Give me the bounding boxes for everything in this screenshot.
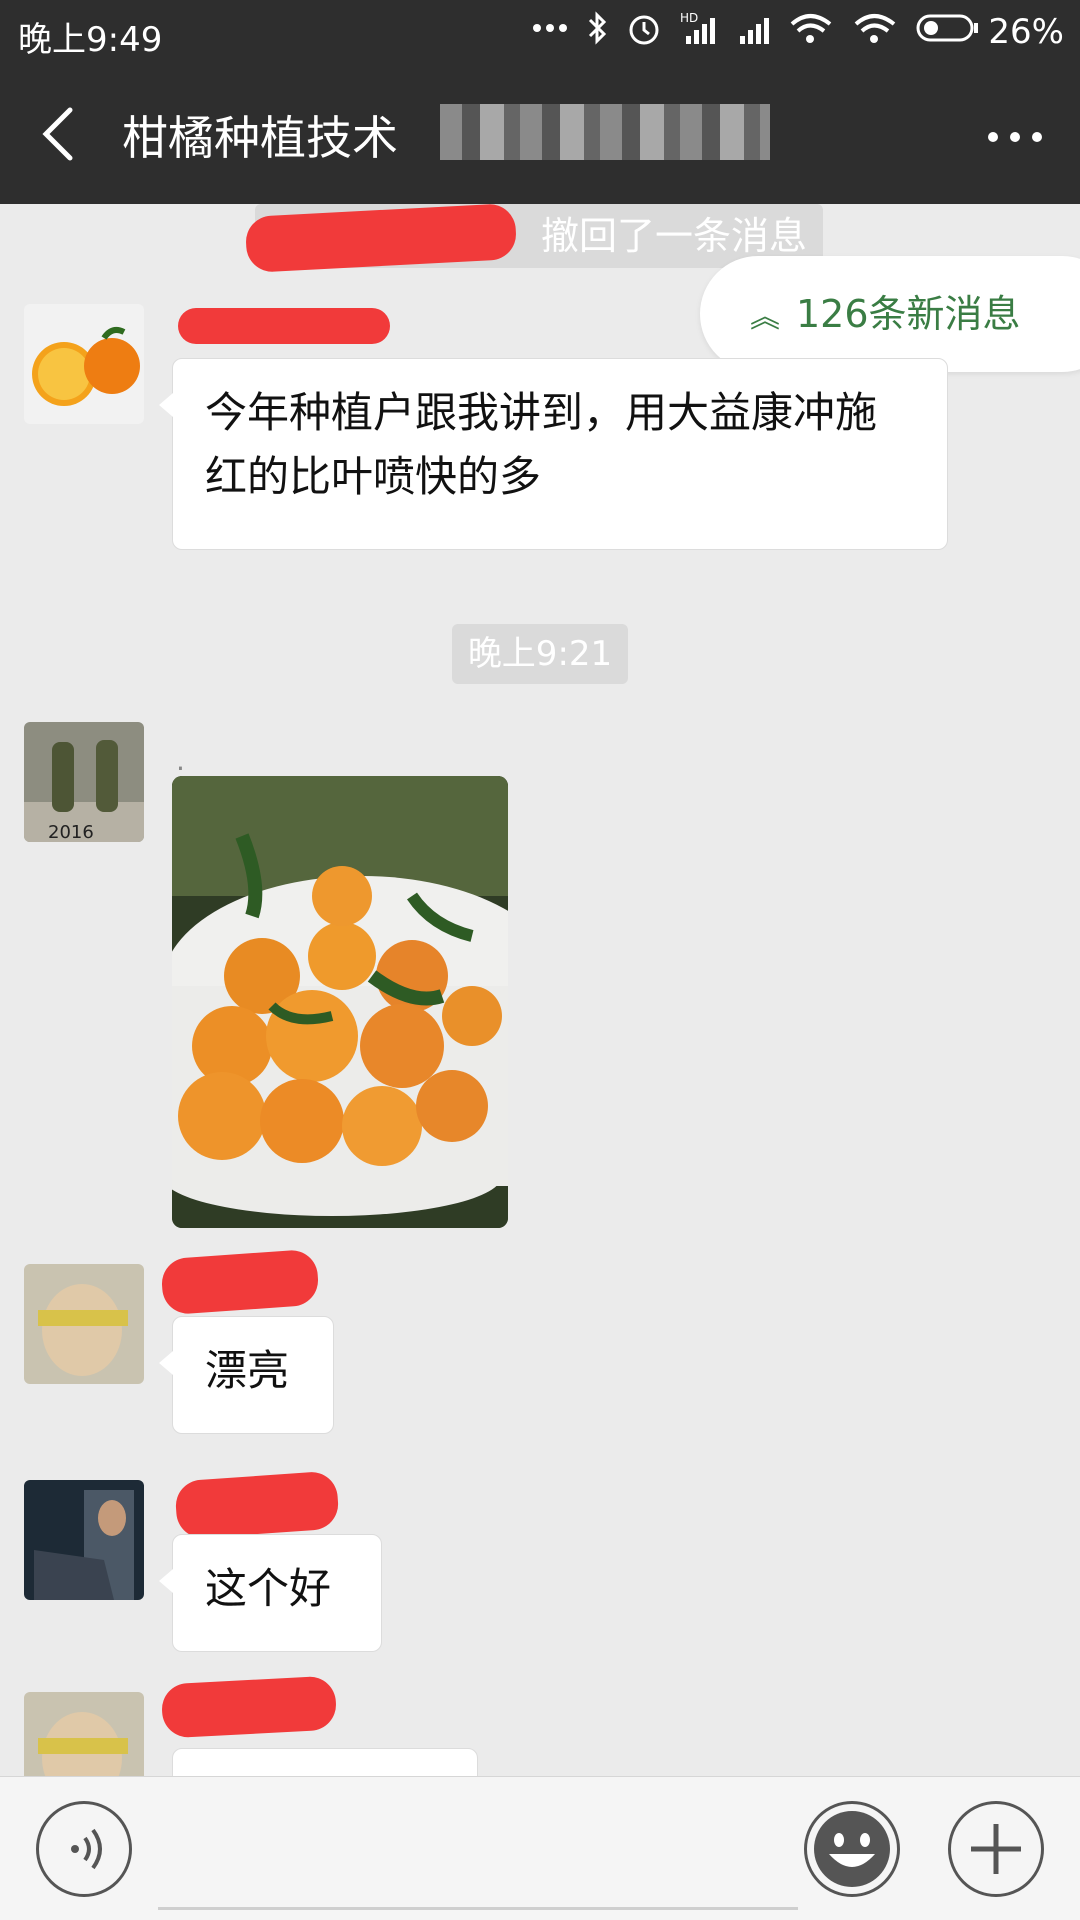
wifi-link-icon <box>790 14 832 43</box>
avatar[interactable] <box>24 1480 144 1600</box>
emoji-icon <box>814 1811 890 1887</box>
message-text: 这个好 <box>205 1564 332 1613</box>
time-separator: 晚上9:21 <box>452 624 628 684</box>
chat-area[interactable]: 撤回了一条消息 ︽ 126条新消息 今年种植户跟我讲到，用大益康冲施红的比叶喷快的… <box>0 204 1080 1776</box>
sender-name-redaction <box>174 1470 340 1540</box>
wifi-icon <box>854 14 896 43</box>
status-time: 晚上9:49 <box>18 20 163 60</box>
plus-icon <box>971 1824 1021 1874</box>
group-title: 柑橘种植技术 <box>122 111 398 165</box>
svg-text:HD: HD <box>680 11 698 25</box>
title-blur-redaction <box>440 104 770 160</box>
battery-icon <box>916 14 978 42</box>
message-text: 今年种植户跟我讲到，用大益康冲施红的比叶喷快的多 <box>205 388 878 501</box>
sender-mark: . <box>176 744 185 777</box>
svg-text:2016: 2016 <box>48 822 94 842</box>
add-button[interactable] <box>948 1801 1044 1897</box>
status-bar: 晚上9:49 HD 26% <box>0 0 1080 62</box>
bluetooth-icon <box>588 11 607 45</box>
message-bubble[interactable]: 今年种植户跟我讲到，用大益康冲施红的比叶喷快的多 <box>159 358 948 550</box>
more-dots-icon <box>533 24 567 32</box>
new-messages-button[interactable]: ︽ 126条新消息 <box>700 256 1080 372</box>
more-options-icon[interactable] <box>988 132 1042 142</box>
new-messages-label: 126条新消息 <box>796 292 1021 336</box>
signal-icon <box>740 18 769 44</box>
message-text: 漂亮 <box>205 1346 290 1395</box>
voice-icon <box>71 1828 102 1870</box>
alarm-icon <box>629 15 659 45</box>
input-bar <box>0 1776 1080 1920</box>
sender-name-redaction <box>160 1248 320 1316</box>
avatar[interactable] <box>24 1264 144 1384</box>
message-input[interactable] <box>158 1907 798 1910</box>
emoji-button[interactable] <box>804 1801 900 1897</box>
status-icons: HD <box>532 10 980 46</box>
sender-name-redaction <box>160 1675 338 1739</box>
hd-signal-icon: HD <box>680 11 715 44</box>
avatar[interactable]: 2016 <box>24 722 144 842</box>
oranges-photo[interactable] <box>172 776 508 1228</box>
voice-button[interactable] <box>36 1801 132 1897</box>
sender-name-redaction <box>178 308 390 344</box>
avatar[interactable] <box>24 304 144 424</box>
message-bubble[interactable]: 漂亮 <box>159 1316 334 1434</box>
message-bubble[interactable] <box>172 1748 478 1776</box>
chat-header: 柑橘种植技术 <box>0 62 1080 204</box>
avatar[interactable] <box>24 1692 144 1776</box>
message-bubble[interactable]: 这个好 <box>159 1534 382 1652</box>
battery-percentage: 26% <box>988 12 1064 52</box>
back-arrow-icon[interactable] <box>30 104 90 164</box>
